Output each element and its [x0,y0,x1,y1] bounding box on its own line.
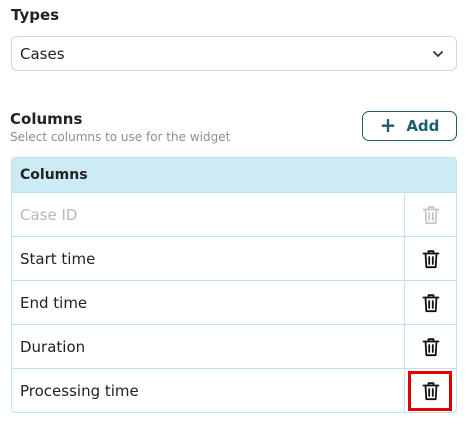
columns-table: Columns Case ID Start time End time Dura… [11,157,457,413]
add-column-button[interactable]: + Add [362,111,457,141]
table-row: Start time [12,237,456,281]
types-select[interactable]: Cases [11,36,457,71]
trash-icon[interactable] [422,293,440,313]
column-name: End time [12,281,405,324]
delete-cell [405,369,456,412]
types-label: Types [11,6,60,24]
delete-cell [405,193,456,236]
table-row: Duration [12,325,456,369]
column-name: Case ID [12,193,405,236]
delete-cell [405,237,456,280]
trash-icon [422,205,439,224]
column-name: Start time [12,237,405,280]
types-selected-value: Cases [20,44,65,63]
table-row: End time [12,281,456,325]
chevron-down-icon [433,50,443,57]
trash-icon[interactable] [422,337,440,357]
plus-icon: + [379,113,397,137]
columns-subtitle: Select columns to use for the widget [10,130,231,144]
delete-cell [405,281,456,324]
trash-icon[interactable] [422,381,440,401]
trash-icon[interactable] [422,249,440,269]
table-row: Processing time [12,369,456,412]
columns-table-header: Columns [12,158,456,193]
column-name: Duration [12,325,405,368]
columns-title: Columns [10,110,83,128]
add-button-label: Add [406,117,440,135]
column-name: Processing time [12,369,405,412]
table-row: Case ID [12,193,456,237]
delete-cell [405,325,456,368]
